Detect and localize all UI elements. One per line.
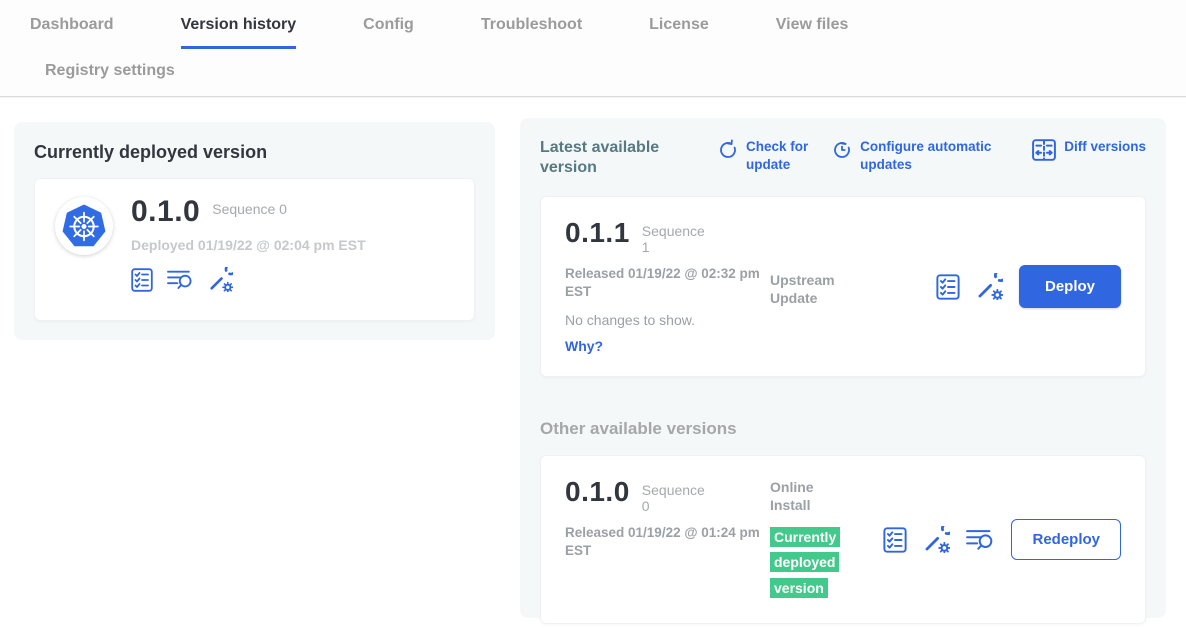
latest-available-panel: Latest available version Check for updat… bbox=[520, 118, 1166, 618]
tab-view-files[interactable]: View files bbox=[776, 16, 849, 46]
latest-released-timestamp: Released 01/19/22 @ 02:32 pm EST bbox=[565, 265, 760, 300]
other-sequence-label: Sequence 0 bbox=[642, 482, 708, 514]
configure-automatic-updates-link[interactable]: Configure automatic updates bbox=[832, 138, 1020, 173]
other-released-timestamp: Released 01/19/22 @ 01:24 pm EST bbox=[565, 524, 760, 559]
currently-deployed-badge: Currently deployed version bbox=[770, 527, 840, 598]
online-install-label: Online Install bbox=[770, 478, 830, 514]
latest-available-title: Latest available version bbox=[540, 138, 690, 178]
deployed-version-number: 0.1.0 bbox=[131, 197, 200, 227]
tab-troubleshoot[interactable]: Troubleshoot bbox=[481, 16, 582, 46]
preflight-checks-icon[interactable] bbox=[131, 268, 153, 292]
other-version-info: 0.1.0 Sequence 0 Released 01/19/22 @ 01:… bbox=[565, 478, 770, 559]
other-version-card: 0.1.0 Sequence 0 Released 01/19/22 @ 01:… bbox=[540, 455, 1146, 624]
check-for-update-label: Check for update bbox=[746, 138, 820, 173]
top-nav: Dashboard Version history Config Trouble… bbox=[0, 0, 1186, 97]
preflight-checks-icon[interactable] bbox=[883, 527, 907, 553]
refresh-icon bbox=[718, 138, 738, 164]
auto-update-clock-icon bbox=[832, 138, 852, 164]
deployed-version-card: 0.1.0 Sequence 0 Deployed 01/19/22 @ 02:… bbox=[34, 178, 475, 321]
other-card-actions: Redeploy bbox=[883, 519, 1121, 560]
other-version-number: 0.1.0 bbox=[565, 478, 630, 506]
currently-deployed-panel: Currently deployed version bbox=[14, 122, 495, 340]
upstream-update-label: Upstream Update bbox=[770, 271, 848, 307]
diff-icon bbox=[1032, 138, 1056, 166]
configure-automatic-updates-label: Configure automatic updates bbox=[860, 138, 1020, 173]
latest-version-number: 0.1.1 bbox=[565, 219, 630, 247]
deployed-version-info: 0.1.0 Sequence 0 Deployed 01/19/22 @ 02:… bbox=[131, 197, 366, 292]
latest-actions: Check for update Configure automatic upd… bbox=[690, 138, 1146, 173]
tab-registry-settings[interactable]: Registry settings bbox=[45, 62, 175, 92]
nav-row-2: Registry settings bbox=[0, 49, 1186, 92]
kubernetes-logo bbox=[55, 197, 113, 255]
currently-deployed-title: Currently deployed version bbox=[34, 142, 475, 163]
other-source-column: Online Install Currently deployed versio… bbox=[770, 478, 875, 601]
latest-available-header: Latest available version Check for updat… bbox=[540, 138, 1146, 178]
edit-config-wrench-icon[interactable] bbox=[923, 526, 950, 553]
edit-config-wrench-icon[interactable] bbox=[208, 267, 233, 292]
latest-source-column: Upstream Update bbox=[770, 271, 875, 307]
deploy-logs-icon[interactable] bbox=[966, 527, 995, 552]
tab-config[interactable]: Config bbox=[363, 16, 414, 46]
tab-version-history[interactable]: Version history bbox=[181, 16, 297, 49]
redeploy-button[interactable]: Redeploy bbox=[1011, 519, 1121, 560]
diff-versions-link[interactable]: Diff versions bbox=[1032, 138, 1146, 173]
no-changes-note: No changes to show. bbox=[565, 312, 770, 328]
deployed-sequence-label: Sequence 0 bbox=[212, 201, 287, 217]
nav-row-1: Dashboard Version history Config Trouble… bbox=[0, 0, 1186, 49]
check-for-update-link[interactable]: Check for update bbox=[718, 138, 820, 173]
deployed-timestamp: Deployed 01/19/22 @ 02:04 pm EST bbox=[131, 237, 366, 253]
latest-version-card: 0.1.1 Sequence 1 Released 01/19/22 @ 02:… bbox=[540, 196, 1146, 377]
latest-sequence-label: Sequence 1 bbox=[642, 223, 708, 255]
other-available-versions-title: Other available versions bbox=[540, 419, 1146, 439]
preflight-checks-icon[interactable] bbox=[936, 274, 960, 300]
latest-version-info: 0.1.1 Sequence 1 Released 01/19/22 @ 02:… bbox=[565, 219, 770, 354]
edit-config-wrench-icon[interactable] bbox=[976, 273, 1003, 300]
diff-versions-label: Diff versions bbox=[1064, 138, 1146, 156]
tab-dashboard[interactable]: Dashboard bbox=[30, 16, 114, 46]
tab-license[interactable]: License bbox=[649, 16, 709, 46]
deploy-button[interactable]: Deploy bbox=[1019, 265, 1121, 308]
deploy-logs-icon[interactable] bbox=[167, 268, 194, 291]
latest-card-actions: Deploy bbox=[936, 265, 1121, 308]
why-link[interactable]: Why? bbox=[565, 338, 770, 354]
